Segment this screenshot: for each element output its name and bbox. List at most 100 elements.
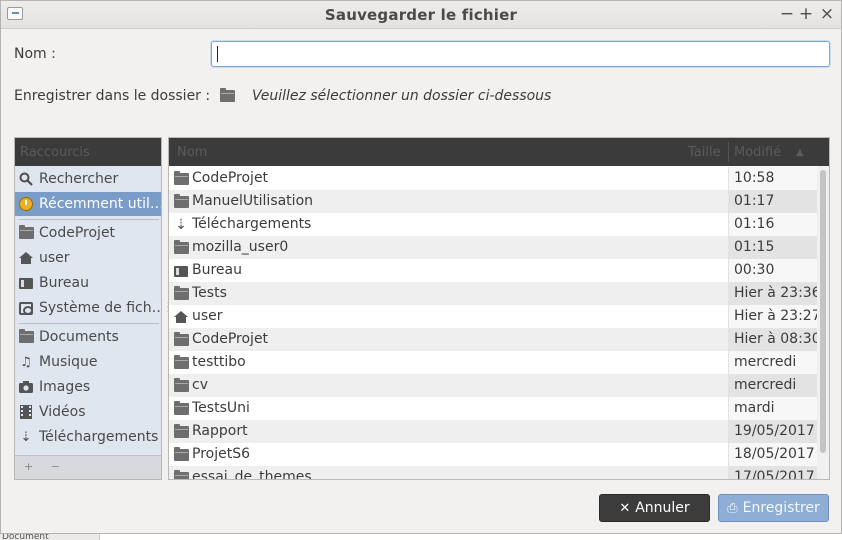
sidebar-item-images[interactable]: Images <box>15 375 161 399</box>
shortcuts-sidebar: Raccourcis Rechercher Récemment util… Co… <box>14 137 162 480</box>
sidebar-item-codeprojet[interactable]: CodeProjet <box>15 221 161 245</box>
folder-icon <box>173 424 189 439</box>
file-list-scrollbar[interactable] <box>817 166 829 479</box>
search-icon <box>18 171 34 187</box>
file-row[interactable]: ProjetS6 18/05/2017 <box>169 443 817 466</box>
close-icon[interactable]: × <box>818 5 836 23</box>
file-name: cv <box>192 377 208 393</box>
document-icon <box>18 329 34 345</box>
folder-label: Enregistrer dans le dossier : <box>14 88 211 104</box>
file-modified: 01:17 <box>728 190 817 213</box>
sidebar-item-label: Images <box>39 379 91 395</box>
file-row[interactable]: user Hier à 23:27 <box>169 305 821 328</box>
pane-resize-handle[interactable] <box>162 300 175 316</box>
folder-icon <box>173 332 189 347</box>
sidebar-item-recent[interactable]: Récemment util… <box>15 192 161 216</box>
name-input[interactable] <box>212 42 829 66</box>
sidebar-header: Raccourcis <box>15 138 161 166</box>
film-icon <box>18 404 34 420</box>
file-modified: 17/05/2017 <box>728 466 817 479</box>
scrollbar-thumb[interactable] <box>820 170 826 453</box>
file-row[interactable]: mozilla_user0 01:15 <box>169 236 817 259</box>
file-modified: 19/05/2017 <box>728 420 817 443</box>
taskbar-item[interactable]: Document <box>0 534 100 540</box>
file-row[interactable]: ManuelUtilisation 01:17 <box>169 190 817 213</box>
dialog-title: Sauvegarder le fichier <box>324 6 518 24</box>
file-row[interactable]: Bureau 00:30 <box>169 259 817 282</box>
file-name: mozilla_user0 <box>192 239 289 255</box>
file-name: TestsUni <box>192 400 250 416</box>
cancel-label: Annuler <box>635 500 690 516</box>
save-button[interactable]: ⎙ Enregistrer <box>718 494 829 522</box>
clock-icon <box>18 196 34 212</box>
sidebar-item-music[interactable]: ♫ Musique <box>15 350 161 374</box>
add-bookmark-button[interactable]: + <box>24 460 33 473</box>
folder-icon <box>173 171 189 186</box>
file-row[interactable]: TestsUni mardi <box>169 397 817 420</box>
name-field[interactable] <box>211 41 830 67</box>
folder-icon <box>173 240 189 255</box>
column-header-name[interactable]: Nom <box>177 145 207 160</box>
file-modified: mercredi <box>728 374 817 397</box>
file-row[interactable]: Tests Hier à 23:36 <box>169 282 821 305</box>
save-icon: ⎙ <box>727 500 738 516</box>
file-modified: 01:16 <box>728 213 817 236</box>
file-row[interactable]: essai_de_themes 17/05/2017 <box>169 466 817 479</box>
folder-icon <box>173 470 189 479</box>
column-divider <box>728 142 729 162</box>
folder-icon <box>173 378 189 393</box>
file-modified: Hier à 23:36 <box>728 282 821 305</box>
name-label: Nom : <box>14 46 56 62</box>
file-modified: Hier à 23:27 <box>728 305 821 328</box>
cancel-button[interactable]: ✕ Annuler <box>599 494 710 522</box>
folder-icon <box>173 401 189 416</box>
minimize-icon[interactable]: − <box>778 5 796 23</box>
remove-bookmark-button[interactable]: − <box>51 460 60 473</box>
file-modified: mercredi <box>728 351 817 374</box>
title-bar: Sauvegarder le fichier − + × <box>1 1 841 29</box>
sidebar-item-filesystem[interactable]: Système de fich… <box>15 296 161 320</box>
file-row[interactable]: CodeProjet Hier à 08:30 <box>169 328 821 351</box>
file-modified: Hier à 08:30 <box>728 328 821 351</box>
file-modified: 00:30 <box>728 259 817 282</box>
sidebar-item-videos[interactable]: Vidéos <box>15 400 161 424</box>
file-row[interactable]: cv mercredi <box>169 374 817 397</box>
sidebar-item-downloads[interactable]: ⇣ Téléchargements <box>15 425 161 449</box>
sidebar-item-user[interactable]: user <box>15 246 161 270</box>
sidebar-item-label: Système de fich… <box>39 300 161 316</box>
sidebar-item-label: Rechercher <box>39 171 119 187</box>
sidebar-item-label: Récemment util… <box>39 196 161 212</box>
file-row[interactable]: CodeProjet 10:58 <box>169 167 817 190</box>
sidebar-separator <box>19 323 159 324</box>
home-icon <box>173 310 189 324</box>
file-list-header: Nom Taille Modifié ▲ <box>169 138 829 166</box>
sidebar-item-label: Bureau <box>39 275 89 291</box>
sidebar-item-search[interactable]: Rechercher <box>15 167 161 191</box>
sidebar-item-label: Musique <box>39 354 98 370</box>
folder-icon <box>173 447 189 462</box>
drive-icon <box>18 300 34 316</box>
folder-icon <box>173 355 189 370</box>
file-name: Tests <box>192 285 227 301</box>
file-row[interactable]: ⇣ Téléchargements 01:16 <box>169 213 817 236</box>
file-modified: 10:58 <box>728 167 817 190</box>
cancel-icon: ✕ <box>619 500 631 516</box>
sidebar-item-documents[interactable]: Documents <box>15 325 161 349</box>
file-list: Nom Taille Modifié ▲ CodeProjet 10:58 Manu… <box>168 137 830 480</box>
column-header-modified[interactable]: Modifié <box>734 145 781 160</box>
folder-icon <box>173 286 189 301</box>
sort-ascending-icon: ▲ <box>796 147 804 158</box>
maximize-icon[interactable]: + <box>797 5 815 23</box>
file-name: testtibo <box>192 354 246 370</box>
sidebar-item-bureau[interactable]: Bureau <box>15 271 161 295</box>
download-icon: ⇣ <box>175 217 187 233</box>
file-name: CodeProjet <box>192 331 269 347</box>
sidebar-item-label: user <box>39 250 70 266</box>
file-row[interactable]: testtibo mercredi <box>169 351 817 374</box>
sidebar-item-label: Documents <box>39 329 119 345</box>
column-header-size[interactable]: Taille <box>688 145 721 160</box>
folder-icon <box>173 194 189 209</box>
sidebar-item-label: Vidéos <box>39 404 86 420</box>
file-row[interactable]: Rapport 19/05/2017 <box>169 420 817 443</box>
file-name: CodeProjet <box>192 170 269 186</box>
